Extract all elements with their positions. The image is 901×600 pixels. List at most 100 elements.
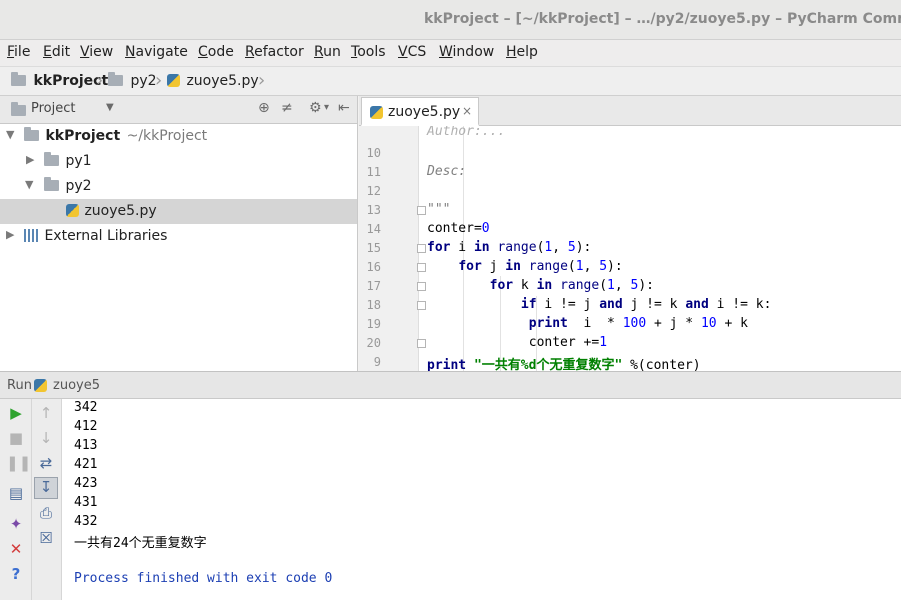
breadcrumb-label: zuoye5.py: [186, 73, 259, 89]
project-view-icon: [11, 102, 26, 116]
tree-item-label: py2: [65, 178, 92, 194]
menu-bar: File Edit View Navigate Code Refactor Ru…: [0, 40, 901, 66]
code-line: conter=0: [427, 221, 490, 236]
menu-navigate[interactable]: Navigate: [125, 44, 188, 60]
project-tree: ▼ kkProject ~/kkProject ▶ py1 ▼ py2 zuoy…: [0, 124, 358, 371]
console-line: 412: [74, 419, 98, 434]
folder-icon: [11, 72, 26, 86]
breadcrumb-label: py2: [130, 73, 157, 89]
scroll-to-end-icon[interactable]: ↧: [34, 477, 58, 499]
pause-icon[interactable]: ❚❚: [6, 454, 31, 472]
arrow-down-icon[interactable]: ↓: [36, 429, 56, 447]
locate-icon[interactable]: ⊕: [258, 100, 270, 116]
tree-item-zuoye5[interactable]: zuoye5.py: [0, 199, 357, 224]
run-icon[interactable]: ▶: [6, 404, 26, 422]
chevron-right-icon: ›: [155, 70, 163, 91]
line-number: 16: [366, 260, 381, 274]
menu-window[interactable]: Window: [439, 44, 494, 60]
chevron-right-icon: ›: [96, 70, 104, 91]
run-toolbar-secondary: ↑ ↓ ⇄ ↧ ⎙ ☒: [32, 399, 62, 600]
collapsed-arrow-icon[interactable]: ▶: [26, 153, 34, 166]
fold-marker-icon[interactable]: [417, 339, 426, 348]
dropdown-arrow-icon[interactable]: ▾: [324, 102, 329, 113]
console-line: 413: [74, 438, 98, 453]
line-number: 10: [366, 146, 381, 160]
menu-refactor[interactable]: Refactor: [245, 44, 304, 60]
layout-icon[interactable]: ▤: [6, 484, 26, 502]
console-line: 431: [74, 495, 98, 510]
line-number: 18: [366, 298, 381, 312]
line-number: 19: [366, 317, 381, 331]
fold-marker-icon[interactable]: [417, 263, 426, 272]
breadcrumb-item-kkproject[interactable]: kkProject: [11, 72, 108, 89]
menu-code[interactable]: Code: [198, 44, 234, 60]
console-line: 423: [74, 476, 98, 491]
pin-icon[interactable]: ✦: [6, 515, 26, 533]
console-line: 432: [74, 514, 98, 529]
tree-item-label: kkProject: [45, 128, 121, 144]
code-line: Author:...: [427, 126, 506, 139]
help-icon[interactable]: ?: [6, 565, 26, 583]
dropdown-arrow-icon[interactable]: ▼: [106, 102, 114, 113]
expanded-arrow-icon[interactable]: ▼: [6, 128, 14, 141]
breadcrumb-item-py2[interactable]: py2: [108, 72, 157, 89]
gear-icon[interactable]: ⚙: [309, 100, 322, 116]
window-title: kkProject – [~/kkProject] – …/py2/zuoye5…: [424, 11, 901, 27]
expanded-arrow-icon[interactable]: ▼: [25, 178, 33, 191]
code-line: conter +=1: [427, 335, 608, 350]
close-icon[interactable]: ✕: [6, 540, 26, 558]
tree-item-py1[interactable]: ▶ py1: [0, 149, 357, 174]
run-toolbar-primary: ▶ ■ ❚❚ ▤ ✦ ✕ ?: [0, 399, 32, 600]
menu-view[interactable]: View: [80, 44, 113, 60]
project-view-selector[interactable]: Project: [31, 101, 75, 116]
tree-item-label: py1: [65, 153, 92, 169]
line-number: 14: [366, 222, 381, 236]
hide-panel-icon[interactable]: ⇤: [338, 100, 350, 116]
project-panel-header: Project ▼ ⊕ ≠ ⚙ ▾ ⇤: [0, 96, 358, 124]
code-line: Desc:: [427, 164, 467, 179]
tab-zuoye5[interactable]: zuoye5.py ×: [361, 97, 479, 126]
soft-wrap-icon[interactable]: ⇄: [36, 454, 56, 472]
process-exit-message: Process finished with exit code 0: [74, 571, 333, 586]
python-file-icon: [370, 106, 383, 119]
menu-run[interactable]: Run: [314, 44, 341, 60]
editor-tab-bar: zuoye5.py ×: [359, 96, 901, 126]
stop-icon[interactable]: ■: [6, 429, 26, 447]
menu-edit[interactable]: Edit: [43, 44, 70, 60]
library-icon: [24, 229, 38, 242]
folder-icon: [44, 152, 59, 166]
fold-marker-icon[interactable]: [417, 282, 426, 291]
menu-file[interactable]: File: [7, 44, 30, 60]
tree-item-kkproject[interactable]: ▼ kkProject ~/kkProject: [0, 124, 357, 149]
print-icon[interactable]: ⎙: [36, 504, 56, 522]
tree-item-py2[interactable]: ▼ py2: [0, 174, 357, 199]
arrow-up-icon[interactable]: ↑: [36, 404, 56, 422]
trash-icon[interactable]: ☒: [36, 529, 56, 547]
code-line: print "一共有%d个无重复数字" %(conter): [427, 358, 701, 371]
close-icon[interactable]: ×: [462, 104, 472, 118]
line-number: 12: [366, 184, 381, 198]
console-line: 342: [74, 400, 98, 415]
menu-help[interactable]: Help: [506, 44, 538, 60]
fold-marker-icon[interactable]: [417, 301, 426, 310]
line-number: 20: [366, 336, 381, 350]
menu-tools[interactable]: Tools: [351, 44, 386, 60]
code-line: for k in range(1, 5):: [489, 278, 655, 293]
run-console[interactable]: 342 412 413 421 423 431 432 一共有24个无重复数字 …: [62, 399, 901, 600]
breadcrumb-item-file[interactable]: zuoye5.py: [167, 73, 259, 89]
line-number: 9: [373, 355, 381, 369]
tree-item-label: External Libraries: [44, 228, 168, 244]
breadcrumb: kkProject › py2 › zuoye5.py ›: [0, 66, 901, 96]
code-line: for j in range(1, 5):: [458, 259, 623, 274]
collapsed-arrow-icon[interactable]: ▶: [6, 228, 14, 241]
fold-marker-icon[interactable]: [417, 206, 426, 215]
collapse-all-icon[interactable]: ≠: [281, 100, 293, 116]
menu-vcs[interactable]: VCS: [398, 44, 426, 60]
code-line: print i * 100 + j * 10 + k: [528, 316, 748, 331]
run-config-name[interactable]: zuoye5: [53, 378, 100, 393]
fold-marker-icon[interactable]: [417, 244, 426, 253]
code-editor[interactable]: 10 11 12 13 14 15 16 17 18 19 20 9 Autho…: [359, 126, 901, 371]
tree-item-external-libraries[interactable]: ▶ External Libraries: [0, 224, 357, 249]
line-number: 13: [366, 203, 381, 217]
folder-icon: [108, 72, 123, 86]
